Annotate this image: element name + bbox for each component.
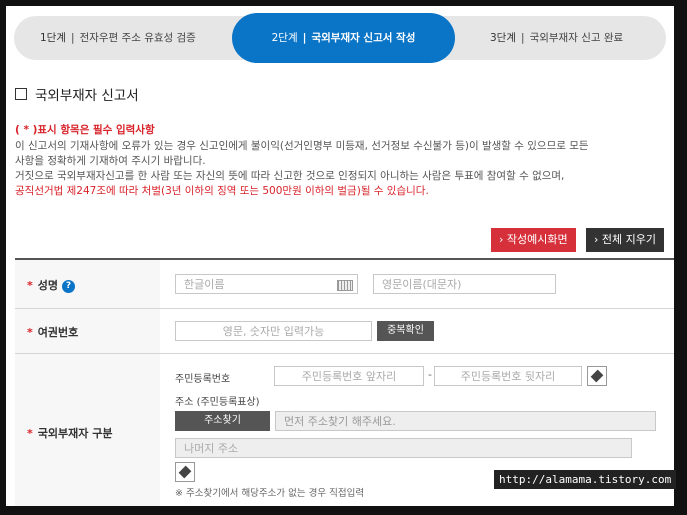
absentee-label: * 국외부재자 구분 xyxy=(27,425,112,441)
required-mark: * xyxy=(27,326,33,339)
step-1: 1단계 | 전자우편 주소 유효성 검증 xyxy=(40,16,196,60)
step-separator: | xyxy=(302,32,307,44)
required-fields-note: ( * )표시 항목은 필수 입력사항 xyxy=(15,124,155,136)
step-3-number: 3단계 xyxy=(490,32,517,44)
passport-input[interactable]: 영문, 숫자만 입력가능 xyxy=(175,321,372,341)
step-separator: | xyxy=(521,32,525,44)
step-3: 3단계 | 국외부재자 신고 완료 xyxy=(490,16,623,60)
watermark-url: http://alamama.tistory.com xyxy=(494,470,677,489)
description: 이 신고서의 기재사항에 오류가 있는 경우 신고인에게 불이익(선거인명부 미… xyxy=(15,139,665,199)
clear-all-button[interactable]: › 전체 지우기 xyxy=(586,228,664,252)
eraser-icon[interactable] xyxy=(587,366,607,386)
rrn-label: 주민등록번호 xyxy=(175,374,231,385)
english-name-input[interactable]: 영문이름(대문자) xyxy=(373,274,556,294)
description-line-4: 공직선거법 제247조에 따라 처벌(3년 이하의 징역 또는 500만원 이하… xyxy=(15,185,429,197)
name-label: * 성명? xyxy=(27,277,76,293)
description-line-2: 사항을 정확하게 기재하여 주시기 바랍니다. xyxy=(15,155,206,167)
korean-name-placeholder: 한글이름 xyxy=(184,278,225,291)
absentee-label-text: 국외부재자 구분 xyxy=(37,427,113,440)
checkbox-square-icon xyxy=(15,88,27,100)
page-title: 국외부재자 신고서 xyxy=(15,84,139,104)
address-label: 주소 (주민등록표상) xyxy=(175,397,260,408)
name-row: * 성명? 한글이름 영문이름(대문자) xyxy=(15,260,674,309)
step-progress-bar: 1단계 | 전자우편 주소 유효성 검증 2단계 | 국외부재자 신고서 작성 3단계 |… xyxy=(14,13,666,63)
required-mark: * xyxy=(27,427,33,440)
page: 1단계 | 전자우편 주소 유효성 검증 2단계 | 국외부재자 신고서 작성 3단계 |… xyxy=(6,6,674,506)
name-label-cell: * 성명? xyxy=(15,260,160,308)
korean-name-input[interactable]: 한글이름 xyxy=(175,274,358,294)
help-icon[interactable]: ? xyxy=(62,279,76,293)
step-2-active: 2단계 | 국외부재자 신고서 작성 xyxy=(232,13,455,63)
address-input[interactable]: 먼저 주소찾기 해주세요. xyxy=(275,411,656,431)
duplicate-check-button[interactable]: 중복확인 xyxy=(377,321,434,341)
passport-label-text: 여권번호 xyxy=(37,326,79,339)
step-separator: | xyxy=(71,32,75,44)
eraser-icon[interactable] xyxy=(175,462,195,482)
passport-label-cell: * 여권번호 xyxy=(15,309,160,353)
passport-label: * 여권번호 xyxy=(27,324,78,340)
address-note: ※ 주소찾기에서 해당주소가 없는 경우 직접입력 xyxy=(175,488,365,499)
description-line-1: 이 신고서의 기재사항에 오류가 있는 경우 신고인에게 불이익(선거인명부 미… xyxy=(15,140,589,152)
passport-row: * 여권번호 영문, 숫자만 입력가능 중복확인 xyxy=(15,309,674,354)
rrn-dash: - xyxy=(428,368,432,381)
keyboard-icon[interactable] xyxy=(337,280,353,291)
step-2-label: 국외부재자 신고서 작성 xyxy=(311,32,416,44)
address-rest-input[interactable]: 나머지 주소 xyxy=(175,438,632,458)
address-search-button[interactable]: 주소찾기 xyxy=(175,411,270,431)
step-2-number: 2단계 xyxy=(271,32,298,44)
required-mark: * xyxy=(27,279,33,292)
step-3-label: 국외부재자 신고 완료 xyxy=(529,32,624,44)
example-screen-button[interactable]: › 작성예시화면 xyxy=(491,228,576,252)
description-line-3: 거짓으로 국외부재자신고를 한 사람 또는 자신의 뜻에 따라 신고한 것으로 … xyxy=(15,170,565,182)
name-label-text: 성명 xyxy=(37,279,59,292)
rrn-back-input[interactable]: 주민등록번호 뒷자리 xyxy=(434,366,582,386)
step-1-label: 전자우편 주소 유효성 검증 xyxy=(79,32,196,44)
absentee-label-cell: * 국외부재자 구분 xyxy=(15,354,160,506)
rrn-front-input[interactable]: 주민등록번호 앞자리 xyxy=(274,366,424,386)
step-1-number: 1단계 xyxy=(40,32,67,44)
page-title-text: 국외부재자 신고서 xyxy=(35,88,139,104)
